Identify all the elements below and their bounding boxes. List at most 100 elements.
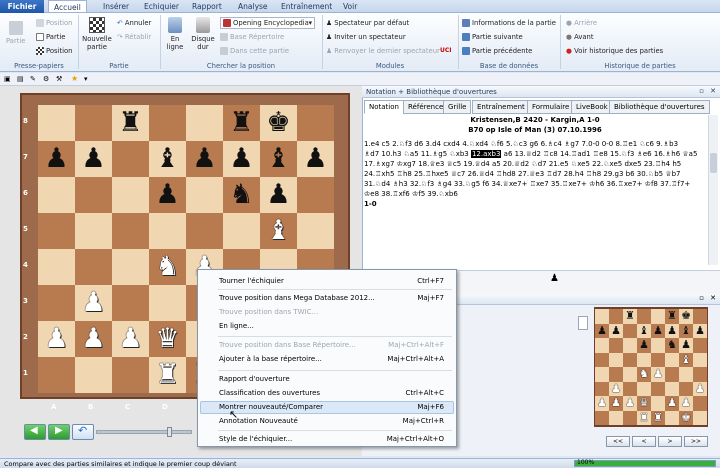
black-pawn-piece[interactable]: ♟ <box>38 141 75 177</box>
nav-next-button[interactable]: > <box>658 436 682 447</box>
board-square[interactable] <box>38 213 75 249</box>
view-history-button[interactable]: ● Voir historique des parties <box>566 47 663 55</box>
copy-game-button[interactable]: Partie <box>36 33 66 41</box>
redo-button[interactable]: ↷ Rétablir <box>117 33 151 41</box>
board-square[interactable] <box>149 213 186 249</box>
tab-voir[interactable]: Voir <box>343 2 357 11</box>
tab-formulaire[interactable]: Formulaire <box>527 100 575 114</box>
tab-accueil[interactable]: Accueil <box>48 0 87 12</box>
new-game-button[interactable]: Nouvelle partie <box>82 17 112 51</box>
edit-icon[interactable]: ✎ <box>30 75 36 83</box>
board-square[interactable] <box>38 105 75 141</box>
board-square[interactable] <box>112 141 149 177</box>
black-bishop-piece[interactable]: ♝ <box>260 141 297 177</box>
white-bishop-piece[interactable]: ♝ <box>260 213 297 249</box>
board-square[interactable] <box>75 249 112 285</box>
menu-item[interactable]: Style de l'échiquier... <box>219 435 292 443</box>
nav-last-button[interactable]: >> <box>684 436 708 447</box>
tab-rapport[interactable]: Rapport <box>192 2 222 11</box>
white-pawn-piece[interactable]: ♟ <box>75 285 112 321</box>
customize-icon[interactable]: ▾ <box>84 75 88 83</box>
star-icon[interactable]: ★ <box>71 74 78 83</box>
back-button[interactable]: ● Arrière <box>566 19 597 27</box>
dismiss-spectator-button[interactable]: ♟ Renvoyer le dernier spectateur <box>326 47 440 55</box>
menu-item[interactable]: Trouve position dans Mega Database 2012.… <box>219 294 375 302</box>
white-pawn-piece[interactable]: ♟ <box>38 321 75 357</box>
board-square[interactable] <box>75 357 112 393</box>
white-rook-piece[interactable]: ♜ <box>149 357 186 393</box>
pin-icon[interactable]: ▫ <box>699 294 704 302</box>
paste-position-button[interactable]: Position <box>36 47 72 55</box>
slider-handle[interactable] <box>167 427 172 437</box>
board-square[interactable] <box>186 213 223 249</box>
close-icon[interactable]: ✕ <box>710 294 716 302</box>
board-square[interactable] <box>112 213 149 249</box>
move-line[interactable]: 1.e4 c5 2.♘f3 d6 3.d4 cxd4 4.♘xd4 ♘f6 5.… <box>364 139 706 149</box>
board-square[interactable] <box>112 177 149 213</box>
board-square[interactable] <box>38 285 75 321</box>
black-pawn-piece[interactable]: ♟ <box>75 141 112 177</box>
notation-scrollbar[interactable] <box>708 115 718 265</box>
board-square[interactable] <box>186 105 223 141</box>
board-square[interactable] <box>112 357 149 393</box>
move-line[interactable]: ♗d7 10.h3 ♘a5 11.♗g5 ♘xb3 12.axb3 a6 13.… <box>364 149 706 159</box>
board-square[interactable] <box>75 213 112 249</box>
board-square[interactable] <box>75 105 112 141</box>
repertoire-base-button[interactable]: Base Répertoire <box>220 33 284 41</box>
board-square[interactable] <box>297 177 334 213</box>
black-pawn-piece[interactable]: ♟ <box>149 177 186 213</box>
menu-item[interactable]: En ligne... <box>219 322 254 330</box>
paste-button[interactable]: Partie <box>6 21 26 45</box>
copy-position-button[interactable]: Position <box>36 19 72 27</box>
board-square[interactable] <box>297 105 334 141</box>
move-line[interactable]: 31.♘d4 ♗h3 32.♘f3 ♗g4 33.♘g5 f6 34.♕xe7+… <box>364 179 706 189</box>
menu-item[interactable]: Rapport d'ouverture <box>219 375 290 383</box>
tab-inserer[interactable]: Insérer <box>103 2 129 11</box>
board-square[interactable] <box>75 177 112 213</box>
board-square[interactable] <box>149 105 186 141</box>
white-pawn-piece[interactable]: ♟ <box>112 321 149 357</box>
tab-livebook[interactable]: LiveBook <box>571 100 613 114</box>
black-pawn-piece[interactable]: ♟ <box>223 141 260 177</box>
default-spectator-button[interactable]: ♟ Spectateur par défaut <box>326 19 409 27</box>
board-square[interactable] <box>112 249 149 285</box>
black-knight-piece[interactable]: ♞ <box>223 177 260 213</box>
move-line[interactable]: 24.♖xh5 ♖h8 25.♖hxe5 ♕c7 26.♕d4 ♖hd8 27.… <box>364 169 706 179</box>
tab-entrainement[interactable]: Entraînement <box>281 2 332 11</box>
board-square[interactable] <box>186 177 223 213</box>
menu-item[interactable]: Ajouter à la base répertoire... <box>219 355 322 363</box>
pin-icon[interactable]: ▫ <box>699 87 704 95</box>
close-icon[interactable]: ✕ <box>710 87 716 95</box>
tab-reference[interactable]: Référence <box>403 100 449 114</box>
tab-echiquier[interactable]: Echiquier <box>144 2 179 11</box>
nav-prev-button[interactable]: < <box>632 436 656 447</box>
board-square[interactable] <box>149 285 186 321</box>
board-square[interactable] <box>38 357 75 393</box>
scroll-up-button[interactable] <box>578 316 588 330</box>
move-line[interactable]: ♔e8 38.♖xf6 ♔f5 39.♘xb6 <box>364 189 706 199</box>
black-pawn-piece[interactable]: ♟ <box>297 141 334 177</box>
scroll-thumb[interactable] <box>710 153 717 173</box>
nav-first-button[interactable]: << <box>606 436 630 447</box>
menu-item[interactable]: Tourner l'échiquier <box>219 277 284 285</box>
black-bishop-piece[interactable]: ♝ <box>149 141 186 177</box>
forward-button[interactable]: ● Avant <box>566 33 594 41</box>
game-info-button[interactable]: Informations de la partie <box>462 19 556 27</box>
invite-spectator-button[interactable]: ♟ Inviter un spectateur <box>326 33 406 41</box>
tool-icon[interactable]: ⚙ <box>43 75 49 83</box>
previous-game-button[interactable]: Partie précédente <box>462 47 532 55</box>
eval-slider[interactable] <box>96 427 192 437</box>
opening-encyclopedia-dropdown[interactable]: Opening Encyclopedia ▾ <box>220 17 315 29</box>
next-game-button[interactable]: Partie suivante <box>462 33 523 41</box>
board-square[interactable] <box>38 177 75 213</box>
in-this-game-button[interactable]: Dans cette partie <box>220 47 289 55</box>
menu-fichier[interactable]: Fichier <box>0 0 44 13</box>
white-queen-piece[interactable]: ♛ <box>149 321 186 357</box>
undo-button[interactable]: ↶ Annuler <box>117 19 151 27</box>
black-pawn-piece[interactable]: ♟ <box>260 177 297 213</box>
black-pawn-piece[interactable]: ♟ <box>186 141 223 177</box>
back-move-button[interactable]: ◀ <box>24 424 46 440</box>
tab-bibliotheque[interactable]: Bibliothèque d'ouvertures <box>609 100 710 114</box>
forward-move-button[interactable]: ▶ <box>48 424 70 440</box>
board-square[interactable] <box>223 213 260 249</box>
